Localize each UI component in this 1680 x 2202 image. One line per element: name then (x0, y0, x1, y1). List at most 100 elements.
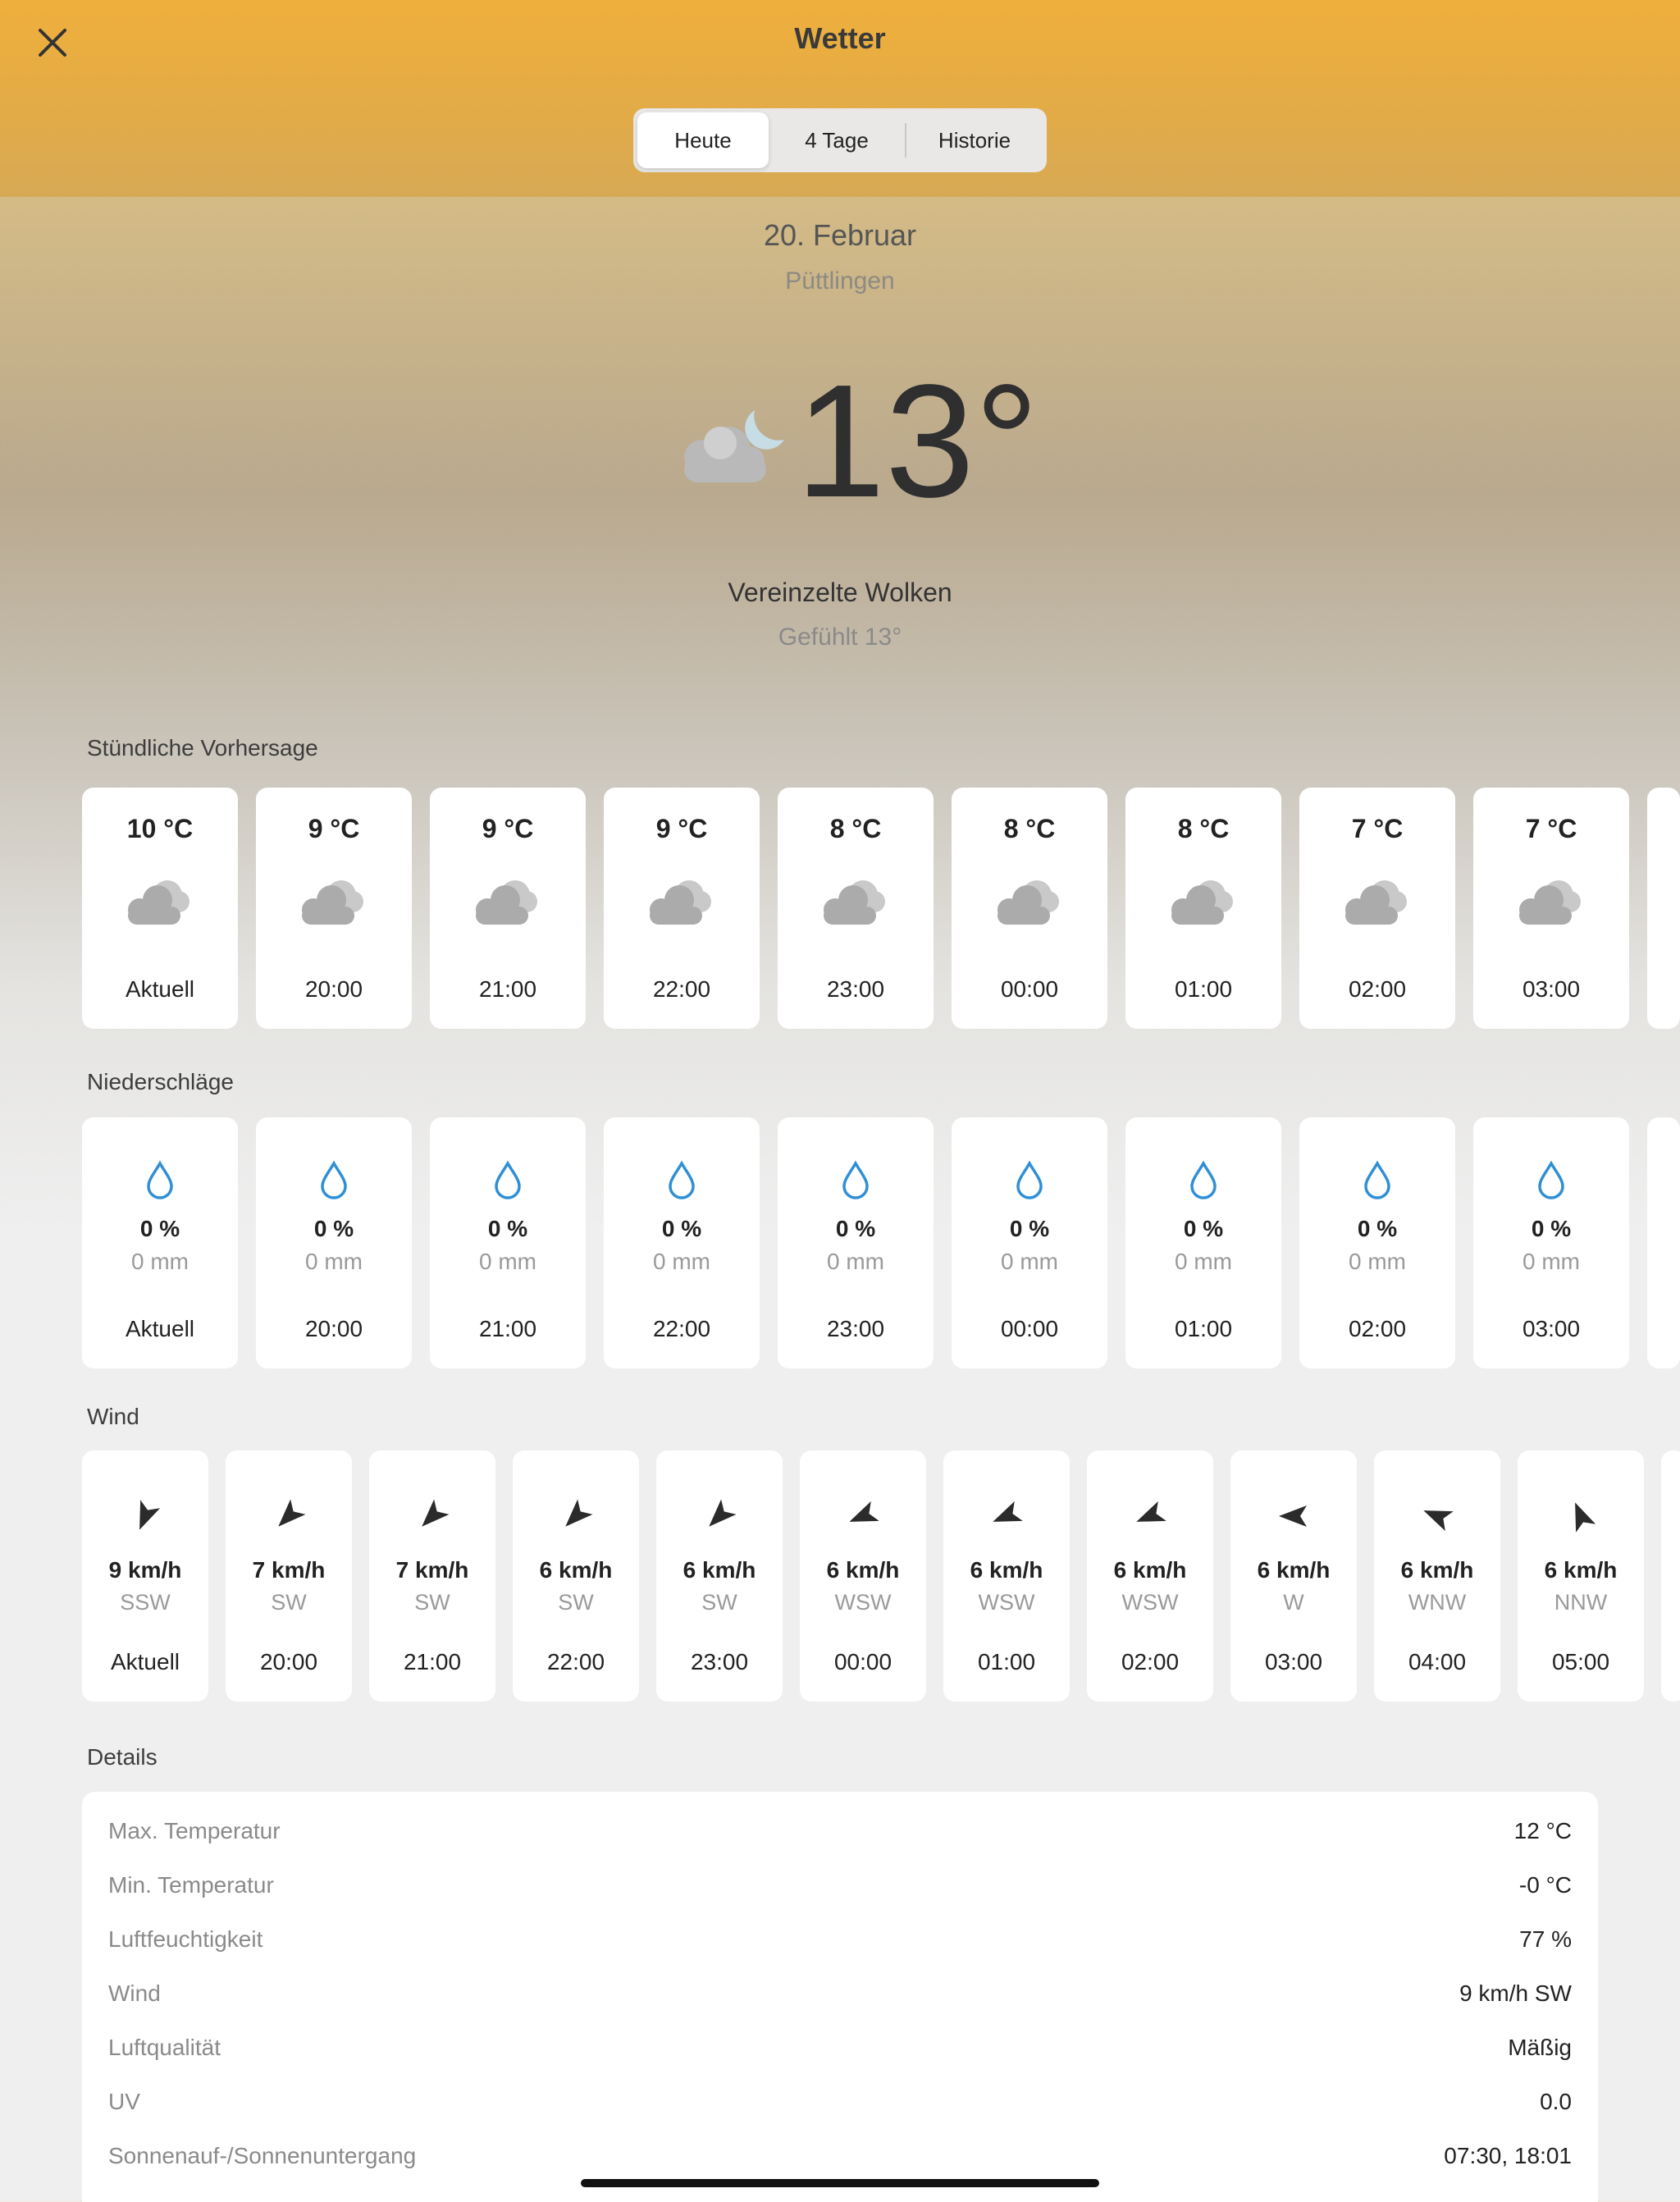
precip-card[interactable]: 0 % 0 mm 03:00 (1473, 1117, 1629, 1368)
wind-speed: 6 km/h (682, 1557, 756, 1583)
hourly-card[interactable]: 9 °C 20:00 (256, 788, 412, 1029)
wind-card-partial[interactable] (1661, 1450, 1680, 1702)
precip-amount: 0 mm (1522, 1249, 1580, 1274)
cloud-icon (1519, 880, 1581, 925)
detail-value: Mäßig (1508, 2035, 1572, 2060)
precip-card[interactable]: 0 % 0 mm 01:00 (1125, 1117, 1281, 1368)
cloud-icon (128, 880, 189, 925)
cloud-moon-icon (684, 410, 784, 482)
header-bar: Wetter Heute 4 Tage Historie (0, 0, 1680, 197)
precip-amount: 0 mm (131, 1249, 189, 1274)
precip-card[interactable]: 0 % 0 mm Aktuell (82, 1117, 238, 1368)
wind-direction: SW (558, 1590, 594, 1615)
wind-time: 22:00 (546, 1649, 605, 1674)
precip-amount: 0 mm (653, 1249, 710, 1274)
raindrop-icon (1016, 1160, 1043, 1199)
detail-value: 77 % (1519, 1926, 1572, 1952)
wind-speed: 6 km/h (539, 1557, 613, 1583)
precip-time: 03:00 (1522, 1316, 1581, 1341)
home-indicator[interactable] (581, 2179, 1099, 2187)
wind-direction: WSW (978, 1590, 1035, 1615)
wind-card[interactable]: 6 km/h WSW 00:00 (800, 1450, 926, 1702)
tab-heute[interactable]: Heute (637, 112, 769, 168)
raindrop-icon (669, 1160, 695, 1199)
hourly-card-partial[interactable] (1647, 788, 1680, 1029)
wind-row[interactable]: 9 km/h SSW Aktuell 7 km/h SW 20:00 7 km/… (82, 1450, 1680, 1702)
wind-speed: 7 km/h (252, 1557, 326, 1583)
detail-label: Min. Temperatur (108, 1872, 274, 1898)
precip-card[interactable]: 0 % 0 mm 00:00 (952, 1117, 1107, 1368)
precip-card[interactable]: 0 % 0 mm 23:00 (778, 1117, 934, 1368)
precip-amount: 0 mm (1175, 1249, 1232, 1274)
cloud-icon (1345, 880, 1407, 925)
tab-4-tage[interactable]: 4 Tage (769, 112, 905, 168)
wind-card[interactable]: 6 km/h W 03:00 (1230, 1450, 1357, 1702)
details-panel: Max. Temperatur 12 °C Min. Temperatur -0… (82, 1792, 1598, 2202)
precip-chance: 0 % (1531, 1216, 1572, 1241)
wind-card[interactable]: 6 km/h WSW 01:00 (943, 1450, 1070, 1702)
hourly-card[interactable]: 7 °C 03:00 (1473, 788, 1629, 1029)
hourly-time: 22:00 (652, 976, 711, 1002)
wind-arrow-icon (1136, 1501, 1166, 1522)
precip-card-partial[interactable] (1647, 1117, 1680, 1368)
wind-card[interactable]: 6 km/h WNW 04:00 (1374, 1450, 1500, 1702)
wind-arrow-icon (565, 1499, 593, 1527)
hourly-card[interactable]: 8 °C 23:00 (778, 788, 934, 1029)
precip-amount: 0 mm (305, 1249, 363, 1274)
wind-section-title: Wind (87, 1404, 139, 1429)
current-date: 20. Februar (763, 218, 917, 252)
hourly-temp: 7 °C (1351, 814, 1404, 843)
wind-card[interactable]: 6 km/h WSW 02:00 (1087, 1450, 1213, 1702)
hourly-card[interactable]: 8 °C 00:00 (952, 788, 1107, 1029)
precip-chance: 0 % (1009, 1216, 1050, 1241)
wind-card[interactable]: 7 km/h SW 21:00 (369, 1450, 495, 1702)
hourly-forecast-row[interactable]: 10 °C Aktuell 9 °C 20:00 9 °C 21:00 9 °C… (82, 788, 1680, 1029)
precip-card[interactable]: 0 % 0 mm 22:00 (604, 1117, 760, 1368)
precip-time: Aktuell (125, 1316, 195, 1341)
wind-card[interactable]: 6 km/h NNW 05:00 (1518, 1450, 1644, 1702)
hourly-temp: 8 °C (1003, 814, 1056, 843)
detail-label: Luftfeuchtigkeit (108, 1926, 263, 1952)
detail-value: 9 km/h SW (1459, 1980, 1572, 2006)
hourly-card[interactable]: 7 °C 02:00 (1299, 788, 1455, 1029)
precip-card[interactable]: 0 % 0 mm 20:00 (256, 1117, 412, 1368)
precipitation-row[interactable]: 0 % 0 mm Aktuell 0 % 0 mm 20:00 0 % 0 mm… (82, 1117, 1680, 1368)
wind-card[interactable]: 6 km/h SW 22:00 (513, 1450, 639, 1702)
raindrop-icon (321, 1160, 347, 1199)
wind-card[interactable]: 9 km/h SSW Aktuell (82, 1450, 208, 1702)
wind-direction: SW (414, 1590, 450, 1615)
detail-label: Luftqualität (108, 2035, 221, 2060)
precip-time: 20:00 (304, 1316, 363, 1341)
precip-chance: 0 % (835, 1216, 876, 1241)
wind-card[interactable]: 7 km/h SW 20:00 (226, 1450, 352, 1702)
wind-direction: W (1283, 1590, 1304, 1615)
raindrop-icon (1190, 1160, 1217, 1199)
precip-chance: 0 % (487, 1216, 528, 1241)
wind-time: 05:00 (1551, 1649, 1610, 1674)
precip-card[interactable]: 0 % 0 mm 02:00 (1299, 1117, 1455, 1368)
detail-row-uv: UV 0.0 (108, 2089, 1572, 2115)
precip-chance: 0 % (313, 1216, 354, 1241)
detail-value: 07:30, 18:01 (1444, 2143, 1572, 2168)
precip-time: 21:00 (478, 1316, 537, 1341)
hourly-temp: 8 °C (829, 814, 882, 843)
wind-time: 04:00 (1408, 1649, 1467, 1674)
wind-direction: WSW (834, 1590, 892, 1615)
hourly-card[interactable]: 8 °C 01:00 (1125, 788, 1281, 1029)
wind-arrow-icon (278, 1499, 306, 1527)
hourly-card[interactable]: 10 °C Aktuell (82, 788, 238, 1029)
wind-card[interactable]: 6 km/h SW 23:00 (656, 1450, 783, 1702)
hourly-temp: 8 °C (1177, 814, 1230, 843)
wind-time: 03:00 (1264, 1649, 1323, 1674)
segmented-control: Heute 4 Tage Historie (633, 108, 1047, 172)
precip-card[interactable]: 0 % 0 mm 21:00 (430, 1117, 586, 1368)
precip-chance: 0 % (139, 1216, 180, 1241)
wind-speed: 6 km/h (1400, 1557, 1474, 1583)
detail-label: UV (108, 2089, 140, 2114)
wind-arrow-icon (422, 1499, 450, 1527)
hourly-card[interactable]: 9 °C 21:00 (430, 788, 586, 1029)
precip-amount: 0 mm (1001, 1249, 1058, 1274)
detail-label: Wind (108, 1980, 161, 2006)
tab-historie[interactable]: Historie (906, 112, 1043, 168)
hourly-card[interactable]: 9 °C 22:00 (604, 788, 760, 1029)
